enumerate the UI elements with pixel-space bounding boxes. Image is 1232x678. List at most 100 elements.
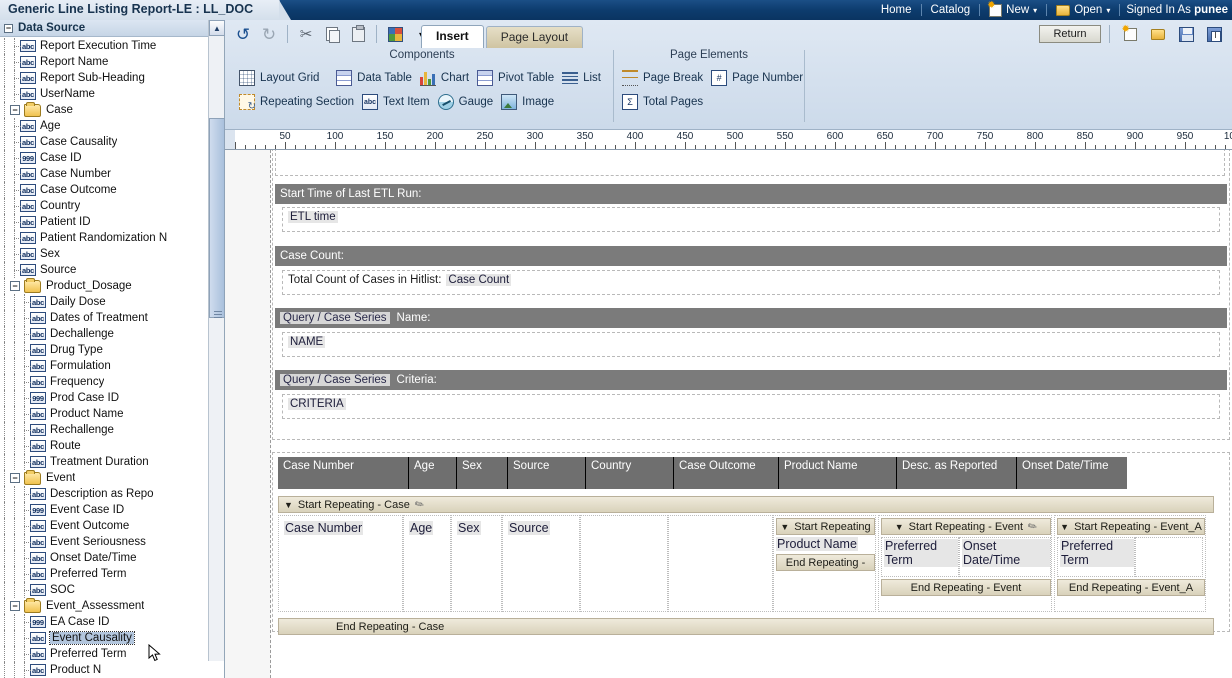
tree-field-item[interactable]: abc Report Name <box>0 54 224 70</box>
end-repeating-case-bar[interactable]: End Repeating - Case <box>278 618 1214 635</box>
paste-button[interactable] <box>346 22 370 46</box>
table-header-cell[interactable]: Case Outcome <box>674 457 779 489</box>
event-cell-preferred-term[interactable]: Preferred Term <box>881 537 959 577</box>
end-repeating-event-a-bar[interactable]: End Repeating - Event_A <box>1057 579 1205 596</box>
start-repeating-product-bar[interactable]: ▼ Start Repeating <box>776 518 875 535</box>
insert-layout-grid[interactable]: Layout Grid <box>237 66 325 90</box>
start-repeating-case-bar[interactable]: ▼ Start Repeating - Case ✎ <box>278 496 1214 513</box>
event-a-cell-empty[interactable] <box>1135 537 1203 577</box>
insert-page-break[interactable]: Page Break <box>620 66 709 90</box>
band-query-name[interactable]: Query / Case Series Name: <box>275 308 1227 328</box>
tree-field-item[interactable]: abc Case Number <box>0 166 224 182</box>
tree-field-item[interactable]: abc Frequency <box>0 374 224 390</box>
tree-expand-toggle[interactable]: − <box>10 281 20 291</box>
table-cell-country[interactable] <box>580 515 668 612</box>
nav-open-menu[interactable]: Open ▾ <box>1047 4 1119 16</box>
layout-cell-top[interactable] <box>275 150 1225 176</box>
band-etl-run[interactable]: Start Time of Last ETL Run: <box>275 184 1227 204</box>
tree-field-item[interactable]: abc Case Causality <box>0 134 224 150</box>
start-repeating-event-a-bar[interactable]: ▼ Start Repeating - Event_A <box>1057 518 1205 535</box>
tree-field-item[interactable]: abc Route <box>0 438 224 454</box>
tree-field-item[interactable]: abc Preferred Term <box>0 566 224 582</box>
tree-expand-toggle[interactable]: − <box>10 601 20 611</box>
table-cell-sex[interactable]: Sex <box>451 515 502 612</box>
scroll-thumb[interactable] <box>209 118 225 318</box>
row-name[interactable]: NAME <box>282 332 1220 357</box>
row-total-count[interactable]: Total Count of Cases in Hitlist: Case Co… <box>282 270 1220 295</box>
table-cell-event-block[interactable]: ▼ Start Repeating - Event ✎ Preferred Te… <box>878 515 1052 612</box>
cut-button[interactable]: ✂ <box>294 22 318 46</box>
open-document-button[interactable] <box>1146 22 1170 46</box>
table-cell-case-number[interactable]: Case Number <box>278 515 403 612</box>
tree-field-item[interactable]: abc Sex <box>0 246 224 262</box>
tree-field-item[interactable]: abc SOC <box>0 582 224 598</box>
insert-page-number[interactable]: # Page Number <box>709 66 809 90</box>
table-header-cell[interactable]: Onset Date/Time <box>1017 457 1127 489</box>
table-header-cell[interactable]: Age <box>409 457 457 489</box>
tree-field-item[interactable]: abc Dechallenge <box>0 326 224 342</box>
undo-button[interactable]: ↺ <box>231 22 255 46</box>
table-header-cell[interactable]: Desc. as Reported <box>897 457 1017 489</box>
tree-field-item[interactable]: abc Product N <box>0 662 224 678</box>
tab-insert[interactable]: Insert <box>421 25 484 48</box>
tree-field-item[interactable]: abc Case Outcome <box>0 182 224 198</box>
tree-field-item[interactable]: abc Daily Dose <box>0 294 224 310</box>
pencil-icon[interactable]: ✎ <box>412 497 427 512</box>
tree-field-item[interactable]: 999 Case ID <box>0 150 224 166</box>
report-canvas[interactable]: Start Time of Last ETL Run: ETL time Cas… <box>225 150 1232 678</box>
page-area[interactable]: Start Time of Last ETL Run: ETL time Cas… <box>272 150 1232 678</box>
tree-field-item[interactable]: abc Onset Date/Time <box>0 550 224 566</box>
copy-button[interactable] <box>320 22 344 46</box>
tree-field-item[interactable]: abc Drug Type <box>0 342 224 358</box>
nav-home[interactable]: Home <box>872 4 921 16</box>
table-cell-age[interactable]: Age <box>403 515 451 612</box>
field-criteria[interactable]: CRITERIA <box>288 398 346 410</box>
tree-expand-toggle[interactable]: − <box>10 105 20 115</box>
save-button[interactable] <box>1174 22 1198 46</box>
table-header-row[interactable]: Case Number Age Sex Source Country Case Outco… <box>278 457 1127 489</box>
event-cell-onset-datetime[interactable]: Onset Date/Time <box>959 537 1051 577</box>
tree-field-item[interactable]: 999 Event Case ID <box>0 502 224 518</box>
tree-field-item[interactable]: abc Age <box>0 118 224 134</box>
insert-chart[interactable]: Chart <box>418 66 475 90</box>
band-case-count[interactable]: Case Count: <box>275 246 1227 266</box>
tree-field-item[interactable]: abc Dates of Treatment <box>0 310 224 326</box>
tree-field-item[interactable]: abc UserName <box>0 86 224 102</box>
start-repeating-event-bar[interactable]: ▼ Start Repeating - Event ✎ <box>881 518 1051 535</box>
table-header-cell[interactable]: Product Name <box>779 457 897 489</box>
insert-gauge[interactable]: Gauge <box>436 90 500 114</box>
horizontal-ruler[interactable]: 50 100 150 200 250 300 350 400 450 500 550 600 650 70… <box>225 130 1232 150</box>
band-query-criteria[interactable]: Query / Case Series Criteria: <box>275 370 1227 390</box>
nav-new-menu[interactable]: New ▾ <box>980 0 1046 17</box>
tree-field-item[interactable]: abc Patient ID <box>0 214 224 230</box>
tree-field-item[interactable]: abc Source <box>0 262 224 278</box>
table-header-cell[interactable]: Country <box>586 457 674 489</box>
tree-field-item[interactable]: abc Patient Randomization N <box>0 230 224 246</box>
tree-field-item[interactable]: abc Report Execution Time <box>0 38 224 54</box>
tree-scrollbar[interactable]: ▲ <box>208 20 225 661</box>
data-source-header[interactable]: − Data Source <box>0 20 224 37</box>
tree-folder-event_assessment[interactable]: − Event_Assessment <box>0 597 224 614</box>
insert-image[interactable]: Image <box>499 90 560 114</box>
tree-field-item[interactable]: abc Formulation <box>0 358 224 374</box>
tree-field-item[interactable]: abc Event Seriousness <box>0 534 224 550</box>
table-cell-source[interactable]: Source <box>502 515 580 612</box>
row-etl-time[interactable]: ETL time <box>282 207 1220 232</box>
tree-field-item[interactable]: abc Product Name <box>0 406 224 422</box>
tree-field-item[interactable]: abc Preferred Term <box>0 646 224 662</box>
row-criteria[interactable]: CRITERIA <box>282 394 1220 419</box>
tree-field-item[interactable]: abc Description as Repo <box>0 486 224 502</box>
tree-field-item[interactable]: abc Treatment Duration <box>0 454 224 470</box>
tree-field-item[interactable]: abc Event Causality <box>0 630 224 646</box>
insert-total-pages[interactable]: Σ Total Pages <box>620 90 709 114</box>
tree-field-item[interactable]: abc Report Sub-Heading <box>0 70 224 86</box>
insert-data-table[interactable]: Data Table <box>334 66 418 90</box>
tree-field-item[interactable]: 999 EA Case ID <box>0 614 224 630</box>
field-etl-time[interactable]: ETL time <box>288 211 338 223</box>
return-button[interactable]: Return <box>1039 25 1101 43</box>
tree-folder-product_dosage[interactable]: − Product_Dosage <box>0 277 224 294</box>
tree-expand-toggle[interactable]: − <box>10 473 20 483</box>
table-header-cell[interactable]: Source <box>508 457 586 489</box>
tree-field-item[interactable]: abc Country <box>0 198 224 214</box>
document-title-tab[interactable]: Generic Line Listing Report-LE : LL_DOC <box>0 0 292 20</box>
